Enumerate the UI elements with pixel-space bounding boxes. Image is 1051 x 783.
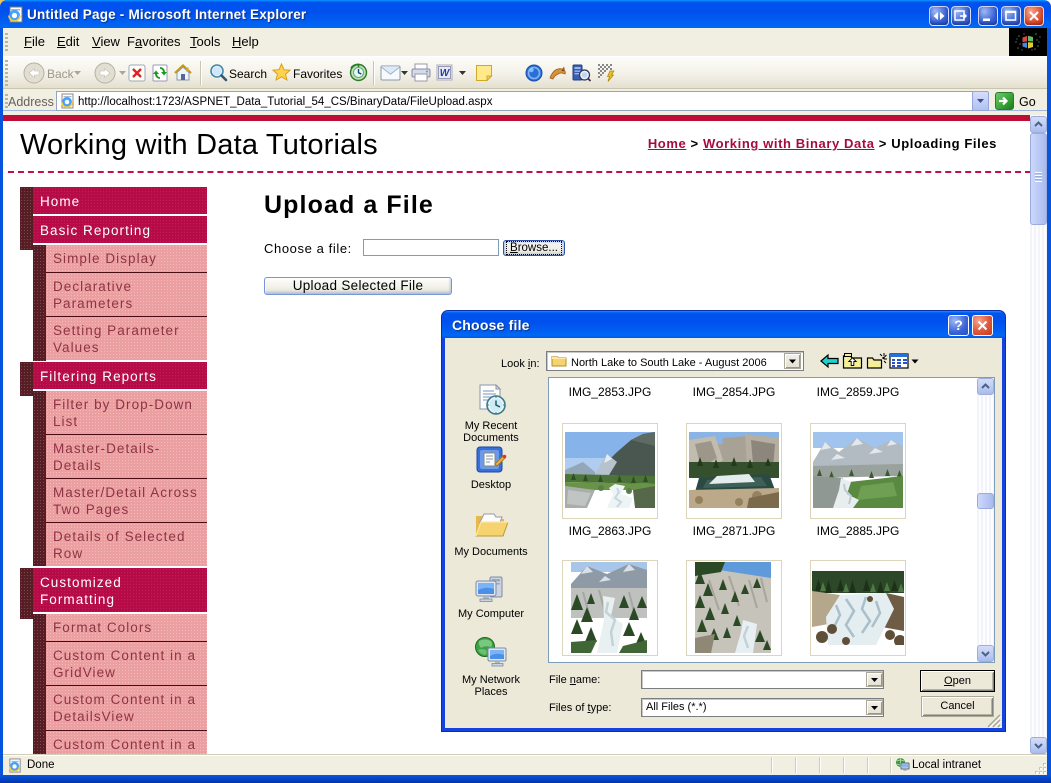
- svg-text:W: W: [440, 68, 451, 79]
